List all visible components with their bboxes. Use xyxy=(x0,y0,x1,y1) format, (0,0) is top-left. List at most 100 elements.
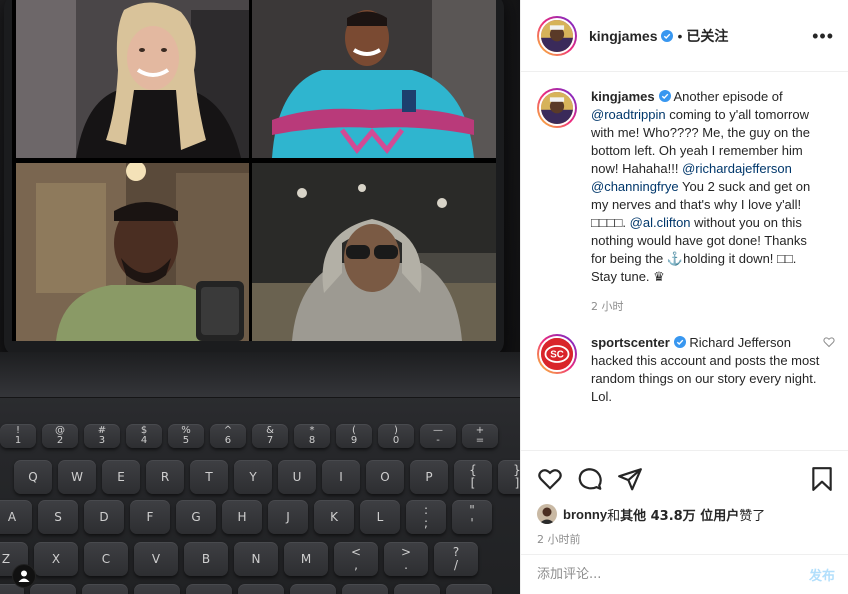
keyboard-key: ( 9 xyxy=(336,424,372,448)
video-call-screen xyxy=(12,0,496,341)
mention-roadtrippin[interactable]: @roadtrippin xyxy=(591,107,666,122)
keyboard-key: I xyxy=(322,460,360,494)
keyboard-key: F xyxy=(130,500,170,534)
keyboard-key xyxy=(446,584,492,594)
keyboard-key: # 3 xyxy=(84,424,120,448)
likes-summary: bronny 和 其他 43.8万 位用户 赞了 xyxy=(537,503,835,525)
user-icon xyxy=(18,570,30,582)
keyboard-key: < , xyxy=(334,542,378,576)
comment-row: SC sportscenter Richard Jefferson hacked… xyxy=(537,334,835,406)
post-timestamp[interactable]: 2 小时前 xyxy=(537,531,835,547)
add-comment-bar: 发布 xyxy=(521,554,848,594)
crown-emoji-icon: ♛ xyxy=(653,269,665,284)
caption-avatar[interactable] xyxy=(537,88,577,128)
keyboard-key: — - xyxy=(420,424,456,448)
post-header: kingjames • 已关注 ••• xyxy=(521,0,848,72)
video-tile-top-right xyxy=(252,0,496,158)
caption-username[interactable]: kingjames xyxy=(591,89,655,104)
likes-suffix: 赞了 xyxy=(739,508,766,524)
liker-avatar[interactable] xyxy=(537,504,557,524)
caption-timestamp[interactable]: 2 小时 xyxy=(591,298,821,316)
avatar-photo xyxy=(541,92,573,124)
keyboard-key xyxy=(342,584,388,594)
keyboard-key: > . xyxy=(384,542,428,576)
mention-channingfrye[interactable]: @channingfrye xyxy=(591,179,679,194)
keyboard-key: R xyxy=(146,460,184,494)
caption-row: kingjames Another episode of @roadtrippi… xyxy=(537,88,835,316)
bookmark-icon[interactable] xyxy=(809,466,835,492)
keyboard-key: E xyxy=(102,460,140,494)
verified-badge-icon xyxy=(658,90,671,102)
keyboard-row-qwerty: QWERTYUIOP{ [} ] xyxy=(14,460,520,494)
keyboard-key: A xyxy=(0,500,32,534)
tablet-device xyxy=(4,0,504,356)
likes-and-text: 和 xyxy=(607,508,621,524)
keyboard-key: { [ xyxy=(454,460,492,494)
keyboard-key: D xyxy=(84,500,124,534)
video-tile-bottom-right xyxy=(252,163,496,341)
comment-avatar[interactable]: SC xyxy=(537,334,577,374)
keyboard-key: X xyxy=(34,542,78,576)
sportscenter-logo-text: SC xyxy=(550,350,564,361)
keyboard-key: L xyxy=(360,500,400,534)
avatar-photo xyxy=(541,19,573,52)
like-comment-heart-icon[interactable] xyxy=(823,336,835,348)
post-photo[interactable]: ! 1 @ 2 # 3 $ 4% 5 ^ 6 & 7 * 8( 9) 0— - + = QWE… xyxy=(0,0,520,594)
keyboard-key: & 7 xyxy=(252,424,288,448)
caption-body: kingjames Another episode of @roadtrippi… xyxy=(591,88,821,316)
post-comment-button[interactable]: 发布 xyxy=(809,565,835,584)
video-tile-bottom-left xyxy=(16,163,249,341)
verified-badge-icon xyxy=(673,336,686,348)
keyboard-key: C xyxy=(84,542,128,576)
verified-badge-icon xyxy=(661,29,674,42)
others-likes-link[interactable]: 其他 43.8万 位用户 xyxy=(620,505,739,524)
keyboard-key: J xyxy=(268,500,308,534)
keyboard-key xyxy=(290,584,336,594)
keyboard-key: * 8 xyxy=(294,424,330,448)
more-options-icon[interactable]: ••• xyxy=(812,27,834,45)
liker-username[interactable]: bronny xyxy=(563,507,607,522)
like-heart-icon[interactable] xyxy=(537,466,563,492)
header-username[interactable]: kingjames xyxy=(589,28,657,44)
comment-username[interactable]: sportscenter xyxy=(591,335,670,350)
keyboard-row-bottom xyxy=(0,584,492,594)
keyboard-key: Q xyxy=(14,460,52,494)
keyboard-key: B xyxy=(184,542,228,576)
comment-body: sportscenter Richard Jefferson hacked th… xyxy=(591,334,821,406)
keyboard-hinge xyxy=(0,352,520,398)
keyboard-key xyxy=(238,584,284,594)
keyboard-row-numbers: ! 1 @ 2 # 3 $ 4% 5 ^ 6 & 7 * 8( 9) 0— - + = xyxy=(0,424,498,448)
keyboard-key: + = xyxy=(462,424,498,448)
tagged-users-button[interactable] xyxy=(12,564,36,588)
keyboard-key: U xyxy=(278,460,316,494)
keyboard-key: W xyxy=(58,460,96,494)
keyboard-key: M xyxy=(284,542,328,576)
mention-richardajefferson[interactable]: @richardajefferson xyxy=(682,161,792,176)
keyboard-key xyxy=(186,584,232,594)
keyboard-key xyxy=(82,584,128,594)
keyboard-key: ? / xyxy=(434,542,478,576)
keyboard-key: : ; xyxy=(406,500,446,534)
keyboard-key xyxy=(394,584,440,594)
comment-bubble-icon[interactable] xyxy=(577,466,603,492)
keyboard-key: O xyxy=(366,460,404,494)
keyboard-key: Y xyxy=(234,460,272,494)
keyboard-key: H xyxy=(222,500,262,534)
keyboard-key xyxy=(134,584,180,594)
post-side-panel: kingjames • 已关注 ••• kingjames Another ep… xyxy=(520,0,848,594)
keyboard-key: % 5 xyxy=(168,424,204,448)
following-button[interactable]: 已关注 xyxy=(686,26,728,46)
keyboard-key xyxy=(30,584,76,594)
share-paper-plane-icon[interactable] xyxy=(617,466,643,492)
keyboard-key: } ] xyxy=(498,460,520,494)
keyboard-key: G xyxy=(176,500,216,534)
keyboard-key: @ 2 xyxy=(42,424,78,448)
sportscenter-logo-icon: SC xyxy=(541,338,573,370)
action-icons-row xyxy=(537,459,835,499)
keyboard-key: V xyxy=(134,542,178,576)
mention-al-clifton[interactable]: @al.clifton xyxy=(630,215,691,230)
tablet-keyboard: ! 1 @ 2 # 3 $ 4% 5 ^ 6 & 7 * 8( 9) 0— - + = QWE… xyxy=(0,352,520,594)
comment-input[interactable] xyxy=(537,567,809,582)
header-avatar[interactable] xyxy=(537,15,577,56)
keyboard-key: " ' xyxy=(452,500,492,534)
